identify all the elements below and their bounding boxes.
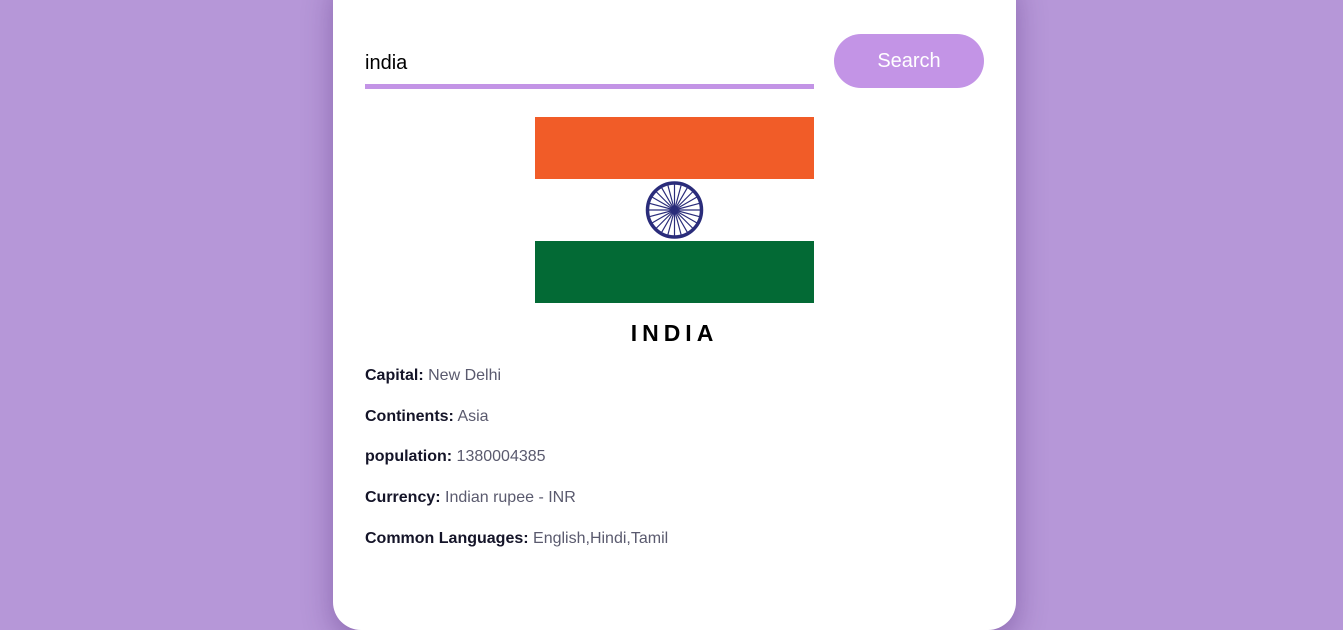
fact-label: Capital: xyxy=(365,367,424,384)
fact-label: Continents: xyxy=(365,407,454,425)
fact-currency: Currency: Indian rupee - INR xyxy=(365,489,668,530)
ashoka-chakra-icon xyxy=(645,181,704,239)
fact-value: New Delhi xyxy=(428,367,502,384)
fact-label: Currency: xyxy=(365,489,441,507)
country-search-input[interactable] xyxy=(365,42,814,89)
india-flag-icon xyxy=(535,117,814,303)
fact-languages: Common Languages: English,Hindi,Tamil xyxy=(365,530,668,571)
fact-capital: Capital: New Delhi xyxy=(365,367,668,408)
fact-label: Common Languages: xyxy=(365,529,529,547)
fact-label: population: xyxy=(365,448,453,466)
fact-continents: Continents: Asia xyxy=(365,408,668,449)
fact-value: 1380004385 xyxy=(456,448,546,466)
country-name: INDIA xyxy=(630,320,719,346)
fact-population: population: 1380004385 xyxy=(365,448,668,489)
country-facts: Capital: New Delhi Continents: Asia popu… xyxy=(365,367,668,570)
country-card: Search INDIA Capital: New Delhi Continen… xyxy=(333,0,1016,630)
fact-value: Asia xyxy=(457,407,489,425)
fact-value: English,Hindi,Tamil xyxy=(533,529,669,547)
search-button[interactable]: Search xyxy=(834,34,984,88)
fact-value: Indian rupee - INR xyxy=(445,489,576,507)
